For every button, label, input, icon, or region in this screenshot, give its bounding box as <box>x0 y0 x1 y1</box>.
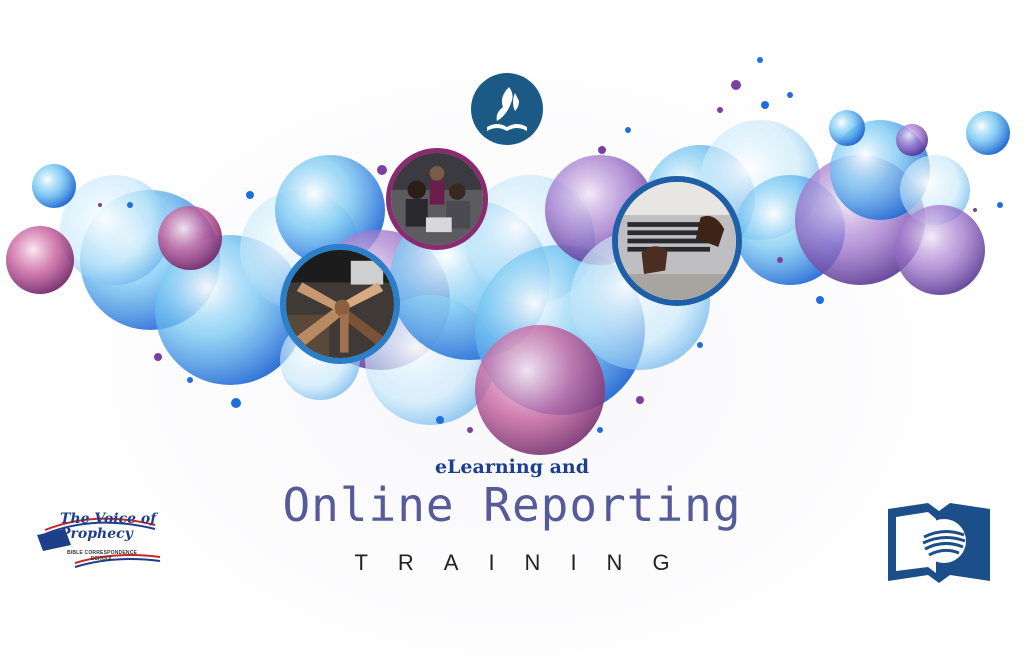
hands-together-photo <box>280 244 400 364</box>
team-laptop-photo <box>386 148 488 250</box>
bubble <box>32 164 76 208</box>
bubble-cluster <box>60 120 985 455</box>
headline-elearning: eLearning and <box>434 456 589 478</box>
bubble <box>6 226 74 294</box>
voice-of-prophecy-subtitle: BIBLE CORRESPONDENCE SCHOOL <box>66 550 138 562</box>
voice-of-prophecy-title: The Voice of Prophecy <box>60 511 157 542</box>
bubble <box>966 111 1010 155</box>
adventist-flame-bible-icon <box>471 73 543 145</box>
laptop-typing-photo <box>612 176 742 306</box>
bubble <box>158 206 222 270</box>
bubble <box>829 110 865 146</box>
open-book-globe-icon <box>888 503 990 583</box>
bubble <box>896 124 928 156</box>
banner: eLearning and Online Reporting TRAINING … <box>0 0 1024 667</box>
